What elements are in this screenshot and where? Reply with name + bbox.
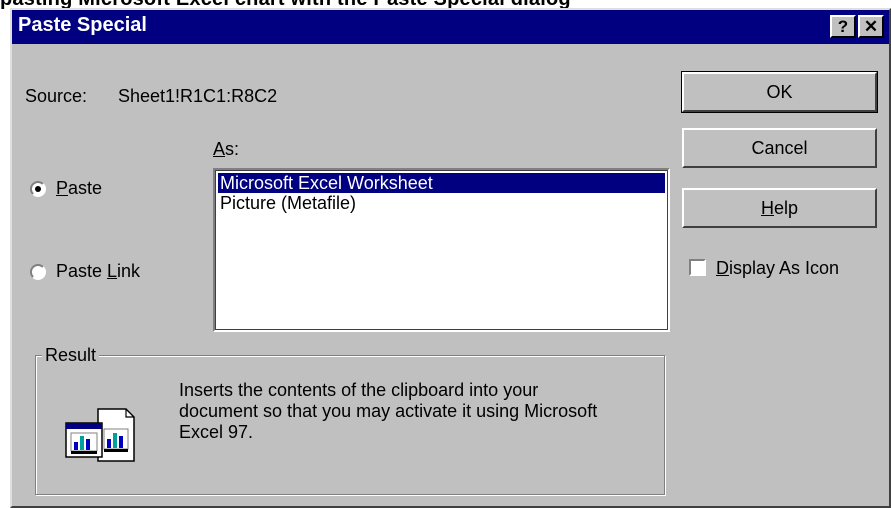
source-label: Source:: [25, 86, 88, 106]
dialog-title: Paste Special: [18, 14, 147, 36]
list-item-excel-worksheet[interactable]: Microsoft Excel Worksheet: [218, 173, 665, 193]
result-description: Inserts the contents of the clipboard in…: [179, 380, 598, 442]
paste-radio-label[interactable]: Paste: [56, 178, 102, 199]
list-item-picture-metafile[interactable]: Picture (Metafile): [218, 193, 358, 213]
source-value: Sheet1!R1C1:R8C2: [118, 86, 278, 106]
display-as-icon-checkbox[interactable]: [689, 259, 706, 276]
close-button[interactable]: ✕: [858, 15, 884, 38]
radio-dot: [35, 186, 41, 192]
title-bar[interactable]: Paste Special ? ✕: [12, 10, 889, 44]
help-button[interactable]: Help: [682, 188, 877, 228]
help-title-button[interactable]: ?: [830, 15, 856, 38]
result-legend: Result: [42, 345, 100, 365]
ok-button[interactable]: OK: [681, 71, 878, 113]
as-label: As:: [213, 139, 240, 159]
embed-chart-icon: [64, 405, 138, 467]
paste-radio[interactable]: [30, 181, 46, 197]
paste-link-radio-label[interactable]: Paste Link: [56, 261, 140, 282]
cancel-button[interactable]: Cancel: [682, 128, 877, 168]
as-listbox[interactable]: Microsoft Excel Worksheet Picture (Metaf…: [213, 168, 670, 332]
paste-special-dialog: Paste Special ? ✕ Source: Sheet1!R1C1:R8…: [10, 8, 891, 508]
paste-link-radio[interactable]: [30, 264, 46, 280]
display-as-icon-label[interactable]: Display As Icon: [716, 258, 839, 279]
